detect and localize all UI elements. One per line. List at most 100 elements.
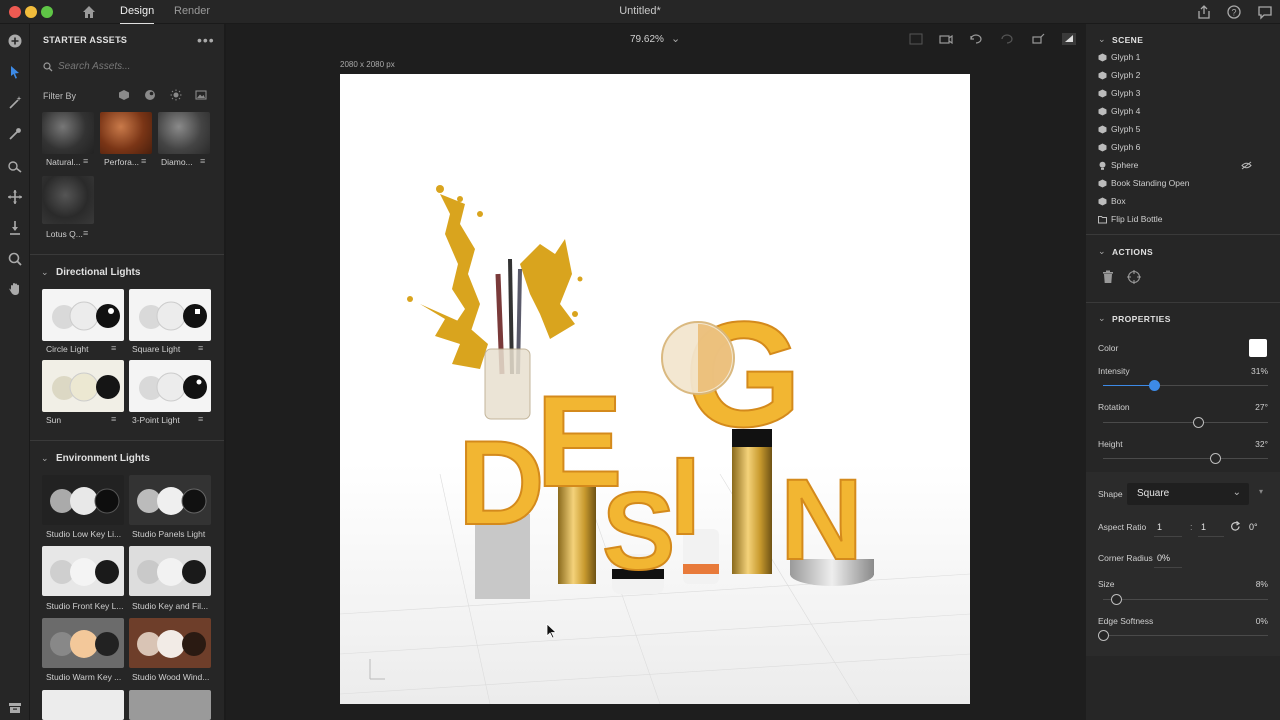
share-icon[interactable]	[1195, 3, 1213, 21]
material-thumb-perforated[interactable]	[100, 112, 152, 154]
feedback-icon[interactable]	[1256, 3, 1274, 21]
sliders-icon[interactable]: ≡	[198, 343, 203, 353]
sliders-icon[interactable]: ≡	[83, 228, 88, 238]
light-thumb-three-point[interactable]	[129, 360, 211, 412]
sliders-icon[interactable]: ≡	[141, 156, 146, 166]
env-thumb-more[interactable]	[129, 690, 211, 720]
env-thumb-wood-window[interactable]	[129, 618, 211, 668]
filter-images-icon[interactable]	[195, 89, 207, 101]
size-slider[interactable]	[1103, 594, 1268, 605]
expand-icon[interactable]: ▾	[1259, 487, 1263, 496]
select-tool-icon[interactable]	[6, 63, 24, 81]
tab-design[interactable]: Design	[120, 5, 155, 25]
pan-camera-icon[interactable]	[999, 32, 1015, 46]
scene-item[interactable]: Glyph 3	[1098, 86, 1268, 102]
filter-materials-icon[interactable]	[144, 89, 156, 101]
aspect-height-field[interactable]: 1	[1201, 522, 1206, 532]
magic-wand-icon[interactable]	[6, 94, 24, 112]
edge-softness-slider[interactable]	[1098, 630, 1268, 641]
rotate-icon[interactable]	[1230, 521, 1241, 532]
chevron-down-icon[interactable]: ⌄	[1098, 246, 1106, 257]
aspect-rotation-field[interactable]: 0°	[1249, 522, 1258, 532]
env-thumb-front-key[interactable]	[42, 546, 124, 596]
material-thumb-natural[interactable]	[42, 112, 94, 154]
tab-render[interactable]: Render	[174, 5, 210, 17]
scene-title[interactable]: SCENE	[1112, 35, 1143, 45]
scene-item[interactable]: Glyph 5	[1098, 122, 1268, 138]
sliders-icon[interactable]: ≡	[111, 414, 116, 424]
focus-target-icon[interactable]	[1127, 270, 1141, 284]
visibility-hidden-icon[interactable]	[1241, 161, 1252, 170]
search-input[interactable]: Search Assets...	[42, 58, 212, 76]
rotation-slider-knob[interactable]	[1193, 417, 1204, 428]
hand-tool-icon[interactable]	[6, 280, 24, 298]
corner-radius-field[interactable]: 0%	[1157, 553, 1170, 563]
camera-icon[interactable]	[938, 32, 954, 46]
scene-item[interactable]: Glyph 2	[1098, 68, 1268, 84]
material-thumb-lotus[interactable]	[42, 176, 94, 224]
env-thumb-panels[interactable]	[129, 475, 211, 525]
filter-models-icon[interactable]	[118, 89, 130, 101]
eyedropper-icon[interactable]	[6, 125, 24, 143]
move-tool-icon[interactable]	[6, 188, 24, 206]
dolly-icon[interactable]	[1030, 32, 1046, 46]
zoom-level[interactable]: 79.62%	[630, 34, 664, 45]
chevron-down-icon[interactable]: ⌄	[1098, 313, 1106, 324]
scene-item[interactable]: Glyph 1	[1098, 50, 1268, 66]
archive-icon[interactable]	[6, 699, 24, 717]
env-thumb-low-key[interactable]	[42, 475, 124, 525]
minimize-window-button[interactable]	[25, 6, 37, 18]
artboard[interactable]: D E S I G N	[340, 74, 970, 704]
chevron-down-icon[interactable]: ⌄	[671, 32, 680, 45]
delete-icon[interactable]	[1102, 270, 1114, 284]
properties-title[interactable]: PROPERTIES	[1112, 314, 1171, 324]
paint-icon[interactable]	[6, 157, 24, 175]
orbit-icon[interactable]	[968, 32, 984, 46]
chevron-down-icon[interactable]: ⌄	[1098, 34, 1106, 45]
drop-to-ground-icon[interactable]	[6, 219, 24, 237]
sliders-icon[interactable]: ≡	[83, 156, 88, 166]
maximize-window-button[interactable]	[41, 6, 53, 18]
env-thumb-key-fill[interactable]	[129, 546, 211, 596]
scene-item[interactable]: Glyph 6	[1098, 140, 1268, 156]
snap-icon[interactable]	[1061, 32, 1077, 46]
home-icon[interactable]	[80, 3, 98, 21]
assets-header[interactable]: STARTER ASSETS	[43, 35, 127, 45]
color-swatch[interactable]	[1249, 339, 1267, 357]
add-icon[interactable]	[6, 32, 24, 50]
scene-item[interactable]: Book Standing Open	[1098, 176, 1268, 192]
environment-lights-title[interactable]: Environment Lights	[56, 453, 150, 464]
filter-lights-icon[interactable]	[170, 89, 182, 101]
light-thumb-square[interactable]	[129, 289, 211, 341]
env-thumb-more[interactable]	[42, 690, 124, 720]
actions-title[interactable]: ACTIONS	[1112, 247, 1153, 257]
edge-softness-slider-knob[interactable]	[1098, 630, 1109, 641]
close-window-button[interactable]	[9, 6, 21, 18]
size-slider-knob[interactable]	[1111, 594, 1122, 605]
zoom-tool-icon[interactable]	[6, 250, 24, 268]
chevron-down-icon[interactable]: ⌄	[41, 267, 49, 278]
light-thumb-sun[interactable]	[42, 360, 124, 412]
scene-item[interactable]: Flip Lid Bottle	[1098, 212, 1268, 228]
sliders-icon[interactable]: ≡	[111, 343, 116, 353]
sliders-icon[interactable]: ≡	[198, 414, 203, 424]
material-thumb-diamond[interactable]	[158, 112, 210, 154]
rotation-slider[interactable]	[1103, 417, 1268, 428]
scene-item[interactable]: Glyph 4	[1098, 104, 1268, 120]
scene-item-selected[interactable]: Sphere	[1098, 158, 1268, 174]
env-thumb-warm-key[interactable]	[42, 618, 124, 668]
scene-item[interactable]: Box	[1098, 194, 1268, 210]
chevron-down-icon[interactable]: ⌄	[41, 453, 49, 464]
aspect-width-field[interactable]: 1	[1157, 522, 1162, 532]
shape-select[interactable]: Square ⌄	[1127, 483, 1249, 505]
intensity-slider-knob[interactable]	[1149, 380, 1160, 391]
directional-lights-title[interactable]: Directional Lights	[56, 267, 140, 278]
sliders-icon[interactable]: ≡	[200, 156, 205, 166]
intensity-slider[interactable]	[1103, 380, 1268, 391]
chevron-down-icon[interactable]: ⌄	[116, 34, 124, 45]
help-icon[interactable]: ?	[1225, 3, 1243, 21]
light-thumb-circle[interactable]	[42, 289, 124, 341]
height-slider-knob[interactable]	[1210, 453, 1221, 464]
height-slider[interactable]	[1103, 453, 1268, 464]
more-options-icon[interactable]: •••	[197, 32, 215, 48]
